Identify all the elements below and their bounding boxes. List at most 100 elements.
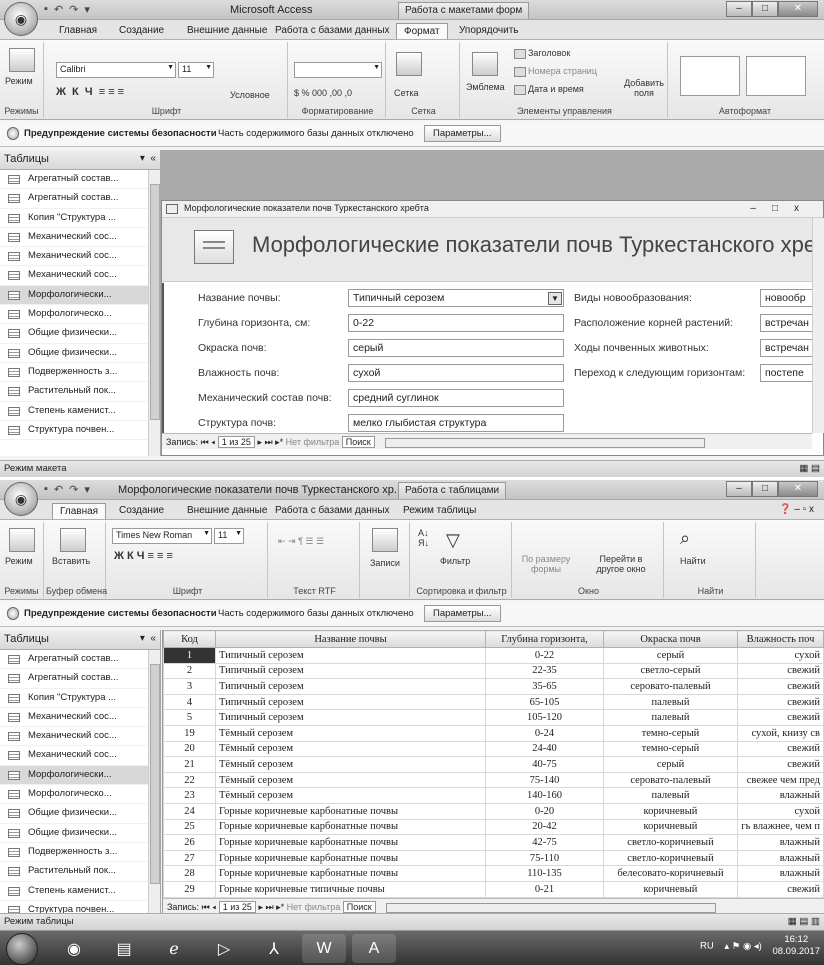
records-button[interactable]: Записи [370, 558, 400, 568]
nav-controls-icon[interactable]: ▾ « [140, 153, 156, 164]
nav-item[interactable]: Механический сос... [0, 247, 160, 267]
table-cell[interactable]: 75-110 [485, 849, 604, 867]
tab-datasheet[interactable]: Режим таблицы [396, 503, 483, 519]
tab-home[interactable]: Главная [52, 23, 104, 39]
table-row[interactable]: 1 Типичный серозем 0-22 серый сухой [163, 647, 824, 664]
table-cell[interactable]: 28 [163, 865, 216, 882]
table-row[interactable]: 26 Горные коричневые карбонатные почвы 42-… [163, 834, 824, 851]
horizontal-scrollbar[interactable] [385, 437, 706, 448]
table-cell[interactable]: влажный [737, 865, 824, 882]
internet-explorer-icon[interactable]: ℯ [152, 934, 196, 963]
table-cell[interactable]: Горные коричневые карбонатные почвы [215, 849, 486, 867]
conditional-format-button[interactable]: Условное [230, 90, 270, 100]
tab-database-tools[interactable]: Работа с базами данных [268, 503, 397, 519]
table-row[interactable]: 28 Горные коричневые карбонатные почвы 110… [163, 865, 824, 882]
field-value[interactable]: новообр [760, 289, 814, 307]
table-cell[interactable]: 42-75 [485, 834, 604, 851]
filter-status[interactable]: Нет фильтра [286, 437, 340, 447]
table-cell[interactable]: 1 [163, 647, 216, 664]
close-button[interactable]: ✕ [778, 1, 818, 17]
table-cell[interactable]: свежий [737, 662, 824, 680]
nav-item[interactable]: Общие физически... [0, 324, 160, 344]
table-cell[interactable]: 5 [163, 709, 216, 726]
switch-window-button[interactable]: Перейти в другое окно [586, 554, 656, 574]
nav-item[interactable]: Подверженность з... [0, 363, 160, 383]
nav-scrollbar[interactable] [148, 170, 160, 456]
form-window-controls[interactable]: –□x [750, 203, 815, 214]
table-cell[interactable]: сухой [737, 647, 824, 664]
nav-item[interactable]: Механический сос... [0, 708, 160, 728]
font-name-combo[interactable]: Calibri ▼ [56, 62, 176, 78]
field-value[interactable]: мелко глыбистая структура [348, 414, 564, 432]
nav-item[interactable]: Механический сос... [0, 266, 160, 286]
table-cell[interactable]: 110-135 [485, 865, 604, 882]
font-name-combo[interactable]: Times New Roman ▼ [112, 528, 212, 544]
view-icon[interactable] [9, 48, 35, 72]
table-cell[interactable]: Типичный серозем [215, 709, 486, 726]
date-time-button[interactable]: Дата и время [514, 84, 584, 95]
table-row[interactable]: 22 Тёмный серозем 75-140 серовато-палевый св… [163, 771, 824, 789]
table-cell[interactable]: 21 [163, 756, 216, 773]
tab-format[interactable]: Формат [396, 23, 448, 39]
page-numbers-button[interactable]: Номера страниц [514, 66, 597, 77]
field-value[interactable]: сухой [348, 364, 564, 382]
table-row[interactable]: 24 Горные коричневые карбонатные почвы 0-2… [163, 802, 824, 820]
table-cell[interactable]: 27 [163, 849, 216, 867]
table-row[interactable]: 25 Горные коричневые карбонатные почвы 20-… [163, 818, 824, 836]
add-fields-button[interactable]: Добавить поля [622, 78, 666, 98]
table-cell[interactable]: 26 [163, 834, 216, 851]
help-icon[interactable]: ❓ – ▫ x [779, 504, 814, 515]
media-play-icon[interactable]: ▷ [202, 934, 246, 963]
nav-header[interactable]: Таблицы ▾ « [0, 630, 160, 650]
nav-item[interactable]: Морфологически... [0, 765, 160, 786]
table-row[interactable]: 20 Тёмный серозем 24-40 темно-серый свежий [163, 740, 824, 758]
table-cell[interactable]: гь влажнее, чем п [737, 818, 824, 836]
nav-item[interactable]: Общие физически... [0, 344, 160, 363]
field-value[interactable]: Типичный серозем [348, 289, 564, 307]
table-cell[interactable]: 0-24 [485, 724, 604, 742]
close-button[interactable]: ✕ [778, 481, 818, 497]
number-format-buttons[interactable]: $ % 000 ,00 ,0 [294, 88, 352, 98]
table-row[interactable]: 29 Горные коричневые типичные почвы 0-21 ко… [163, 880, 824, 898]
nav-item[interactable]: Подверженность з... [0, 843, 160, 863]
table-cell[interactable]: 24-40 [485, 740, 604, 758]
table-row[interactable]: 19 Тёмный серозем 0-24 темно-серый сухой, кн… [163, 724, 824, 742]
tab-database-tools[interactable]: Работа с базами данных [268, 23, 397, 39]
table-cell[interactable]: палевый [603, 693, 738, 711]
table-cell[interactable]: Тёмный серозем [215, 771, 486, 789]
font-size-combo[interactable]: 11 ▼ [178, 62, 214, 78]
nav-item[interactable]: Морфологическо... [0, 305, 160, 325]
table-cell[interactable]: влажный [737, 787, 824, 804]
filter-status[interactable]: Нет фильтра [287, 902, 341, 912]
filter-icon[interactable]: ▽ [446, 530, 460, 551]
find-button[interactable]: Найти [680, 556, 706, 566]
clock[interactable]: 16:12 08.09.2017 [772, 934, 820, 958]
table-cell[interactable]: Горные коричневые типичные почвы [215, 880, 486, 898]
search-box[interactable]: Поиск [342, 901, 376, 913]
qat-dropdown-icon[interactable]: ▾ [84, 3, 90, 16]
binoculars-icon[interactable]: ⌕ [680, 528, 690, 549]
nav-item[interactable]: Морфологически... [0, 285, 160, 306]
autoformat-option-1[interactable] [680, 56, 740, 96]
table-cell[interactable]: 0-21 [485, 880, 604, 898]
qat-dropdown-icon[interactable]: ▾ [84, 483, 90, 496]
table-cell[interactable]: 29 [163, 880, 216, 898]
table-cell[interactable]: 19 [163, 724, 216, 742]
table-cell[interactable]: влажный [737, 849, 824, 867]
nav-scrollbar[interactable] [148, 650, 160, 913]
table-row[interactable]: 27 Горные коричневые карбонатные почвы 75-… [163, 849, 824, 867]
paste-icon[interactable] [60, 528, 86, 552]
minimize-button[interactable]: – [726, 1, 752, 17]
table-cell[interactable]: светло-коричневый [603, 834, 738, 851]
nav-item[interactable]: Копия "Структура ... [0, 689, 160, 708]
header-button[interactable]: Заголовок [514, 48, 570, 59]
table-cell[interactable]: сухой [737, 802, 824, 820]
nav-item[interactable]: Общие физически... [0, 804, 160, 824]
chevron-down-icon[interactable]: ▼ [548, 292, 562, 305]
language-indicator[interactable]: RU [700, 941, 714, 952]
table-cell[interactable]: свежий [737, 756, 824, 773]
record-position[interactable]: 1 из 25 [217, 436, 255, 448]
table-cell[interactable]: свежий [737, 740, 824, 758]
column-header[interactable]: Глубина горизонта, [485, 630, 604, 648]
table-cell[interactable]: 20-42 [485, 818, 604, 836]
